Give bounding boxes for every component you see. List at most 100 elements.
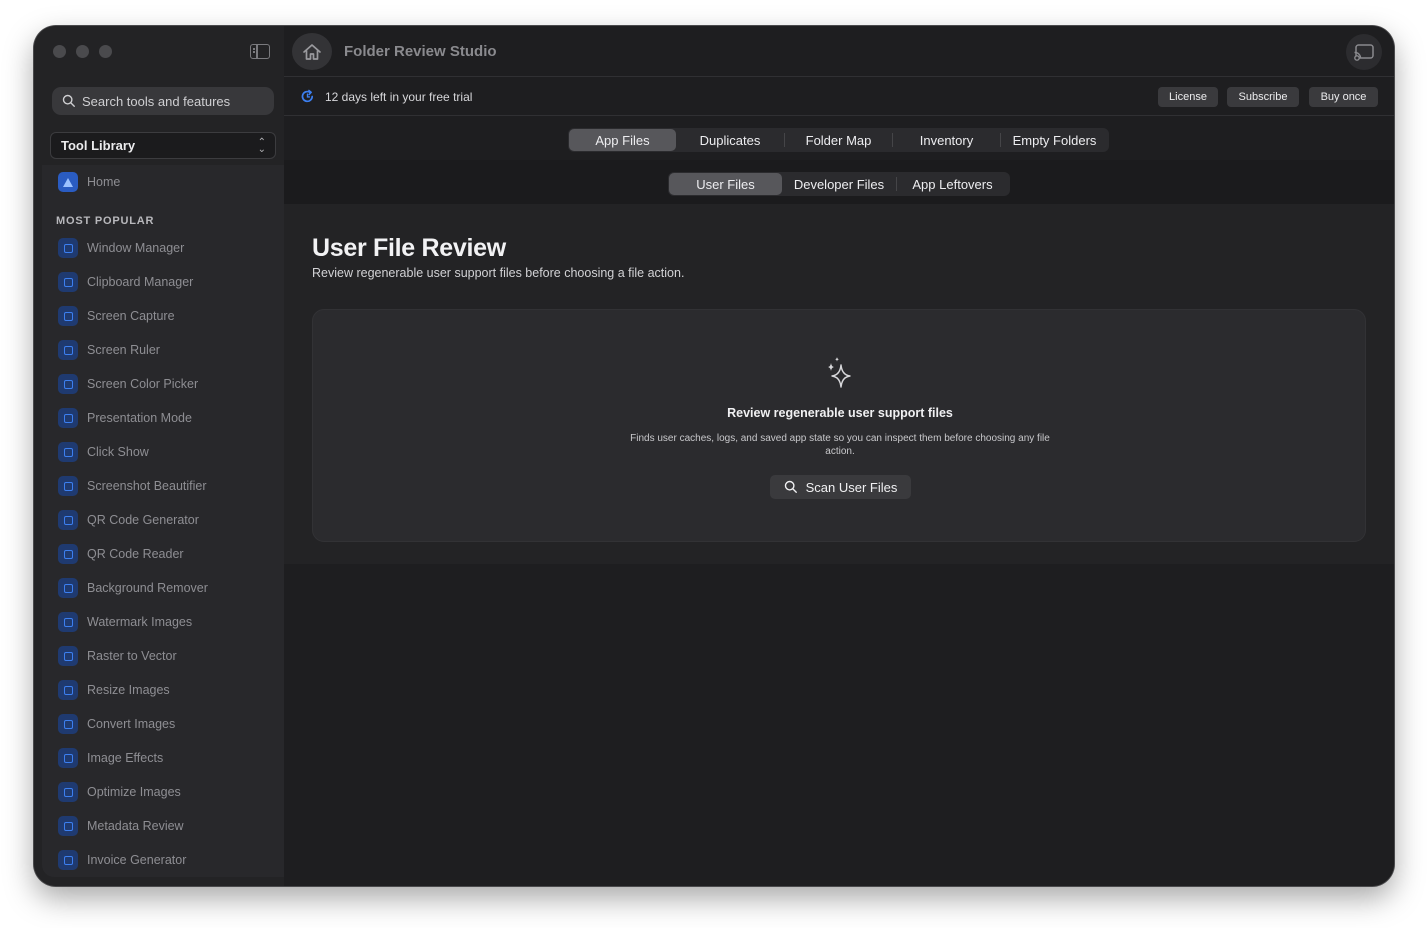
sidebar-item-label: Watermark Images: [87, 615, 193, 629]
sidebar: Search tools and features Tool Library ⌃…: [34, 26, 284, 886]
search-placeholder: Search tools and features: [82, 93, 231, 109]
screenshot-beautifier-icon: [58, 476, 78, 496]
search-icon: [784, 480, 797, 493]
sidebar-item-label: Clipboard Manager: [87, 275, 194, 289]
sidebar-item-home[interactable]: Home: [58, 170, 120, 194]
sidebar-item-label: Optimize Images: [87, 785, 181, 799]
sub-tabs: User Files Developer Files App Leftovers: [668, 172, 1010, 196]
sidebar-item-label: Click Show: [87, 445, 149, 459]
home-icon: [58, 172, 78, 192]
minimize-window-button[interactable]: [76, 45, 89, 58]
resize-images-icon: [58, 680, 78, 700]
trial-status-text: 12 days left in your free trial: [325, 90, 473, 104]
sidebar-item-metadata-review[interactable]: Metadata Review: [58, 814, 184, 838]
sidebar-item-label: Screenshot Beautifier: [87, 479, 207, 493]
tab-app-files[interactable]: App Files: [569, 129, 676, 151]
sidebar-nav: Home MOST POPULAR Window Manager Clipboar…: [42, 165, 284, 877]
tab-folder-map[interactable]: Folder Map: [785, 129, 892, 151]
metadata-review-icon: [58, 816, 78, 836]
subtab-user-files[interactable]: User Files: [669, 173, 782, 195]
search-icon: [62, 94, 75, 107]
sidebar-item-clipboard-manager[interactable]: Clipboard Manager: [58, 270, 193, 294]
raster-to-vector-icon: [58, 646, 78, 666]
sidebar-item-label: QR Code Reader: [87, 547, 184, 561]
sidebar-item-label: Resize Images: [87, 683, 170, 697]
main-area: Folder Review Studio 12 days left in you…: [284, 26, 1394, 886]
sidebar-item-optimize-images[interactable]: Optimize Images: [58, 780, 181, 804]
sidebar-item-click-show[interactable]: Click Show: [58, 440, 149, 464]
screen-ruler-icon: [58, 340, 78, 360]
tab-empty-folders[interactable]: Empty Folders: [1001, 129, 1108, 151]
convert-images-icon: [58, 714, 78, 734]
sidebar-item-raster-to-vector[interactable]: Raster to Vector: [58, 644, 177, 668]
sidebar-item-background-remover[interactable]: Background Remover: [58, 576, 208, 600]
sidebar-item-label: Raster to Vector: [87, 649, 177, 663]
scan-button-label: Scan User Files: [805, 479, 898, 495]
zoom-window-button[interactable]: [99, 45, 112, 58]
scan-user-files-button[interactable]: Scan User Files: [770, 475, 911, 499]
sidebar-item-screen-capture[interactable]: Screen Capture: [58, 304, 175, 328]
sidebar-item-label: Invoice Generator: [87, 853, 187, 867]
empty-state-title: Review regenerable user support files: [727, 406, 953, 420]
sidebar-item-resize-images[interactable]: Resize Images: [58, 678, 170, 702]
presentation-mode-icon: [58, 408, 78, 428]
house-icon: [303, 43, 321, 60]
sidebar-item-label: Metadata Review: [87, 819, 184, 833]
close-window-button[interactable]: [53, 45, 66, 58]
license-button[interactable]: License: [1158, 87, 1218, 107]
sidebar-item-watermark-images[interactable]: Watermark Images: [58, 610, 192, 634]
sidebar-item-convert-images[interactable]: Convert Images: [58, 712, 175, 736]
sidebar-item-screenshot-beautifier[interactable]: Screenshot Beautifier: [58, 474, 207, 498]
click-show-icon: [58, 442, 78, 462]
sidebar-item-label: Convert Images: [87, 717, 176, 731]
subtab-app-leftovers[interactable]: App Leftovers: [897, 173, 1008, 195]
screen-share-icon: [1354, 44, 1374, 61]
sidebar-item-label: Screen Ruler: [87, 343, 160, 357]
tool-library-select[interactable]: Tool Library ⌃ ⌄: [50, 132, 276, 159]
sidebar-item-image-effects[interactable]: Image Effects: [58, 746, 163, 770]
sidebar-item-label: QR Code Generator: [87, 513, 199, 527]
sidebar-item-label: Background Remover: [87, 581, 208, 595]
optimize-images-icon: [58, 782, 78, 802]
subtab-bar: User Files Developer Files App Leftovers: [284, 160, 1394, 204]
clipboard-manager-icon: [58, 272, 78, 292]
page-title: User File Review: [312, 234, 506, 262]
screen-capture-icon: [58, 306, 78, 326]
screen-share-button[interactable]: [1346, 34, 1382, 70]
home-button[interactable]: [292, 33, 332, 70]
subtab-developer-files[interactable]: Developer Files: [782, 173, 896, 195]
screen-color-picker-icon: [58, 374, 78, 394]
section-header: MOST POPULAR: [56, 215, 155, 227]
sidebar-item-label: Home: [87, 175, 121, 189]
page-subtitle: Review regenerable user support files be…: [312, 266, 685, 280]
sidebar-item-screen-ruler[interactable]: Screen Ruler: [58, 338, 160, 362]
image-effects-icon: [58, 748, 78, 768]
sidebar-item-label: Screen Color Picker: [87, 377, 199, 391]
qr-code-reader-icon: [58, 544, 78, 564]
empty-state-card: Review regenerable user support files Fi…: [312, 309, 1366, 542]
tab-inventory[interactable]: Inventory: [893, 129, 1000, 151]
sidebar-item-presentation-mode[interactable]: Presentation Mode: [58, 406, 192, 430]
window-manager-icon: [58, 238, 78, 258]
sidebar-item-invoice-generator[interactable]: Invoice Generator: [58, 848, 186, 872]
sidebar-item-screen-color-picker[interactable]: Screen Color Picker: [58, 372, 198, 396]
sidebar-toggle-icon[interactable]: [250, 44, 270, 59]
trial-bar: 12 days left in your free trial License …: [284, 78, 1394, 116]
app-window: Search tools and features Tool Library ⌃…: [34, 26, 1394, 886]
sidebar-item-label: Image Effects: [87, 751, 164, 765]
search-input[interactable]: Search tools and features: [52, 87, 274, 115]
tab-duplicates[interactable]: Duplicates: [676, 129, 784, 151]
title-bar: Folder Review Studio: [284, 26, 1394, 77]
buy-once-button[interactable]: Buy once: [1309, 87, 1378, 107]
invoice-generator-icon: [58, 850, 78, 870]
chevron-up-down-icon: ⌃ ⌄: [257, 137, 266, 155]
main-tabs: App Files Duplicates Folder Map Inventor…: [568, 128, 1109, 152]
content-panel: User File Review Review regenerable user…: [284, 204, 1394, 564]
clock-refresh-icon: [301, 89, 314, 103]
sidebar-item-window-manager[interactable]: Window Manager: [58, 236, 184, 260]
subscribe-button[interactable]: Subscribe: [1227, 87, 1299, 107]
sidebar-item-qr-code-reader[interactable]: QR Code Reader: [58, 542, 184, 566]
sidebar-item-qr-code-generator[interactable]: QR Code Generator: [58, 508, 199, 532]
background-remover-icon: [58, 578, 78, 598]
sparkles-icon: [828, 357, 851, 388]
